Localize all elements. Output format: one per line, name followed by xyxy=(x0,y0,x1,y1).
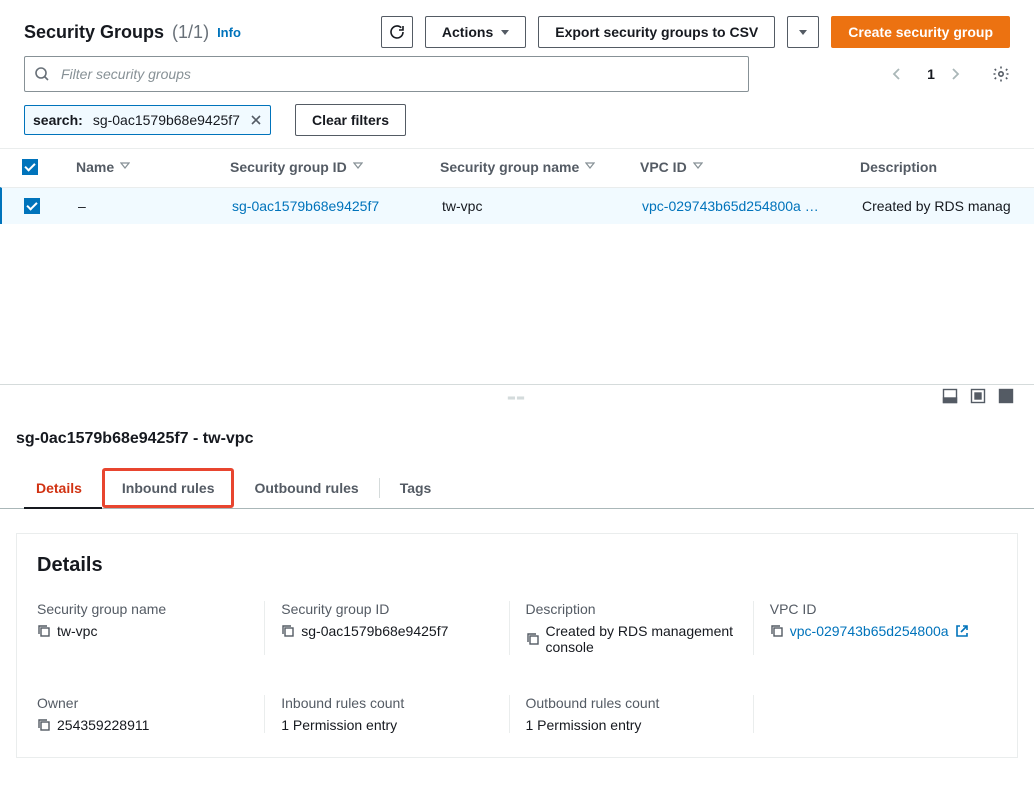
create-security-group-button[interactable]: Create security group xyxy=(831,16,1010,48)
field-owner-value: 254359228911 xyxy=(57,717,149,733)
create-label: Create security group xyxy=(848,24,993,40)
layout-bottom-icon[interactable] xyxy=(942,388,958,404)
tab-tags[interactable]: Tags xyxy=(380,468,452,508)
layout-side-icon[interactable] xyxy=(970,388,986,404)
refresh-button[interactable] xyxy=(381,16,413,48)
cell-sgid-link[interactable]: sg-0ac1579b68e9425f7 xyxy=(232,198,379,214)
copy-icon[interactable] xyxy=(37,624,51,638)
copy-icon[interactable] xyxy=(770,624,784,638)
field-desc-value: Created by RDS management console xyxy=(546,623,737,655)
filter-input[interactable] xyxy=(24,56,749,92)
cell-vpc-link[interactable]: vpc-029743b65d254800a … xyxy=(642,198,819,214)
column-header-sgname[interactable]: Security group name xyxy=(440,159,595,175)
actions-button[interactable]: Actions xyxy=(425,16,526,48)
caret-down-icon xyxy=(799,30,807,35)
export-caret-button[interactable] xyxy=(787,16,819,48)
field-sgname-label: Security group name xyxy=(37,601,248,617)
layout-full-icon[interactable] xyxy=(998,388,1014,404)
column-header-name[interactable]: Name xyxy=(76,159,130,175)
page-number: 1 xyxy=(922,66,940,82)
tab-inbound-rules[interactable]: Inbound rules xyxy=(102,468,235,508)
detail-panel-title: Details xyxy=(17,534,1017,601)
cell-sgname: tw-vpc xyxy=(442,198,642,214)
actions-label: Actions xyxy=(442,24,493,40)
filter-chip-value: sg-0ac1579b68e9425f7 xyxy=(93,112,240,128)
field-owner-label: Owner xyxy=(37,695,248,711)
settings-button[interactable] xyxy=(992,65,1010,83)
filter-chip-close-icon[interactable] xyxy=(250,114,262,126)
tab-details[interactable]: Details xyxy=(16,468,102,508)
field-outbound-count-label: Outbound rules count xyxy=(526,695,737,711)
cell-desc: Created by RDS manag xyxy=(862,198,1022,214)
clear-filters-label: Clear filters xyxy=(312,112,389,128)
field-vpc-link[interactable]: vpc-029743b65d254800a xyxy=(790,623,949,639)
prev-page-button[interactable] xyxy=(892,66,912,82)
copy-icon[interactable] xyxy=(37,718,51,732)
cell-name: – xyxy=(62,198,232,214)
page-title: Security Groups xyxy=(24,22,164,43)
splitter-handle[interactable]: ══ xyxy=(0,385,1034,412)
row-checkbox[interactable] xyxy=(24,198,40,214)
page-count: (1/1) xyxy=(172,22,209,43)
copy-icon[interactable] xyxy=(281,624,295,638)
refresh-icon xyxy=(389,24,405,40)
select-all-checkbox[interactable] xyxy=(22,159,38,175)
field-outbound-count-value: 1 Permission entry xyxy=(526,717,642,733)
field-inbound-count-value: 1 Permission entry xyxy=(281,717,397,733)
external-link-icon[interactable] xyxy=(955,624,969,638)
next-page-button[interactable] xyxy=(950,66,970,82)
export-label: Export security groups to CSV xyxy=(555,24,758,40)
field-inbound-count-label: Inbound rules count xyxy=(281,695,492,711)
security-groups-table: Name Security group ID Security group na… xyxy=(0,148,1034,224)
info-link[interactable]: Info xyxy=(217,25,241,40)
field-desc-label: Description xyxy=(526,601,737,617)
field-vpc-label: VPC ID xyxy=(770,601,981,617)
detail-title: sg-0ac1579b68e9425f7 - tw-vpc xyxy=(0,412,1034,468)
column-header-sgid[interactable]: Security group ID xyxy=(230,159,363,175)
field-sgid-value: sg-0ac1579b68e9425f7 xyxy=(301,623,448,639)
table-row[interactable]: – sg-0ac1579b68e9425f7 tw-vpc vpc-029743… xyxy=(0,187,1034,224)
field-sgid-label: Security group ID xyxy=(281,601,492,617)
copy-icon[interactable] xyxy=(526,632,540,646)
column-header-vpc[interactable]: VPC ID xyxy=(640,159,703,175)
field-sgname-value: tw-vpc xyxy=(57,623,97,639)
filter-chip-key: search: xyxy=(33,112,83,128)
export-button[interactable]: Export security groups to CSV xyxy=(538,16,775,48)
filter-chip[interactable]: search: sg-0ac1579b68e9425f7 xyxy=(24,105,271,135)
column-header-desc[interactable]: Description xyxy=(860,159,937,175)
search-icon xyxy=(34,66,50,82)
tab-outbound-rules[interactable]: Outbound rules xyxy=(234,468,378,508)
clear-filters-button[interactable]: Clear filters xyxy=(295,104,406,136)
caret-down-icon xyxy=(501,30,509,35)
